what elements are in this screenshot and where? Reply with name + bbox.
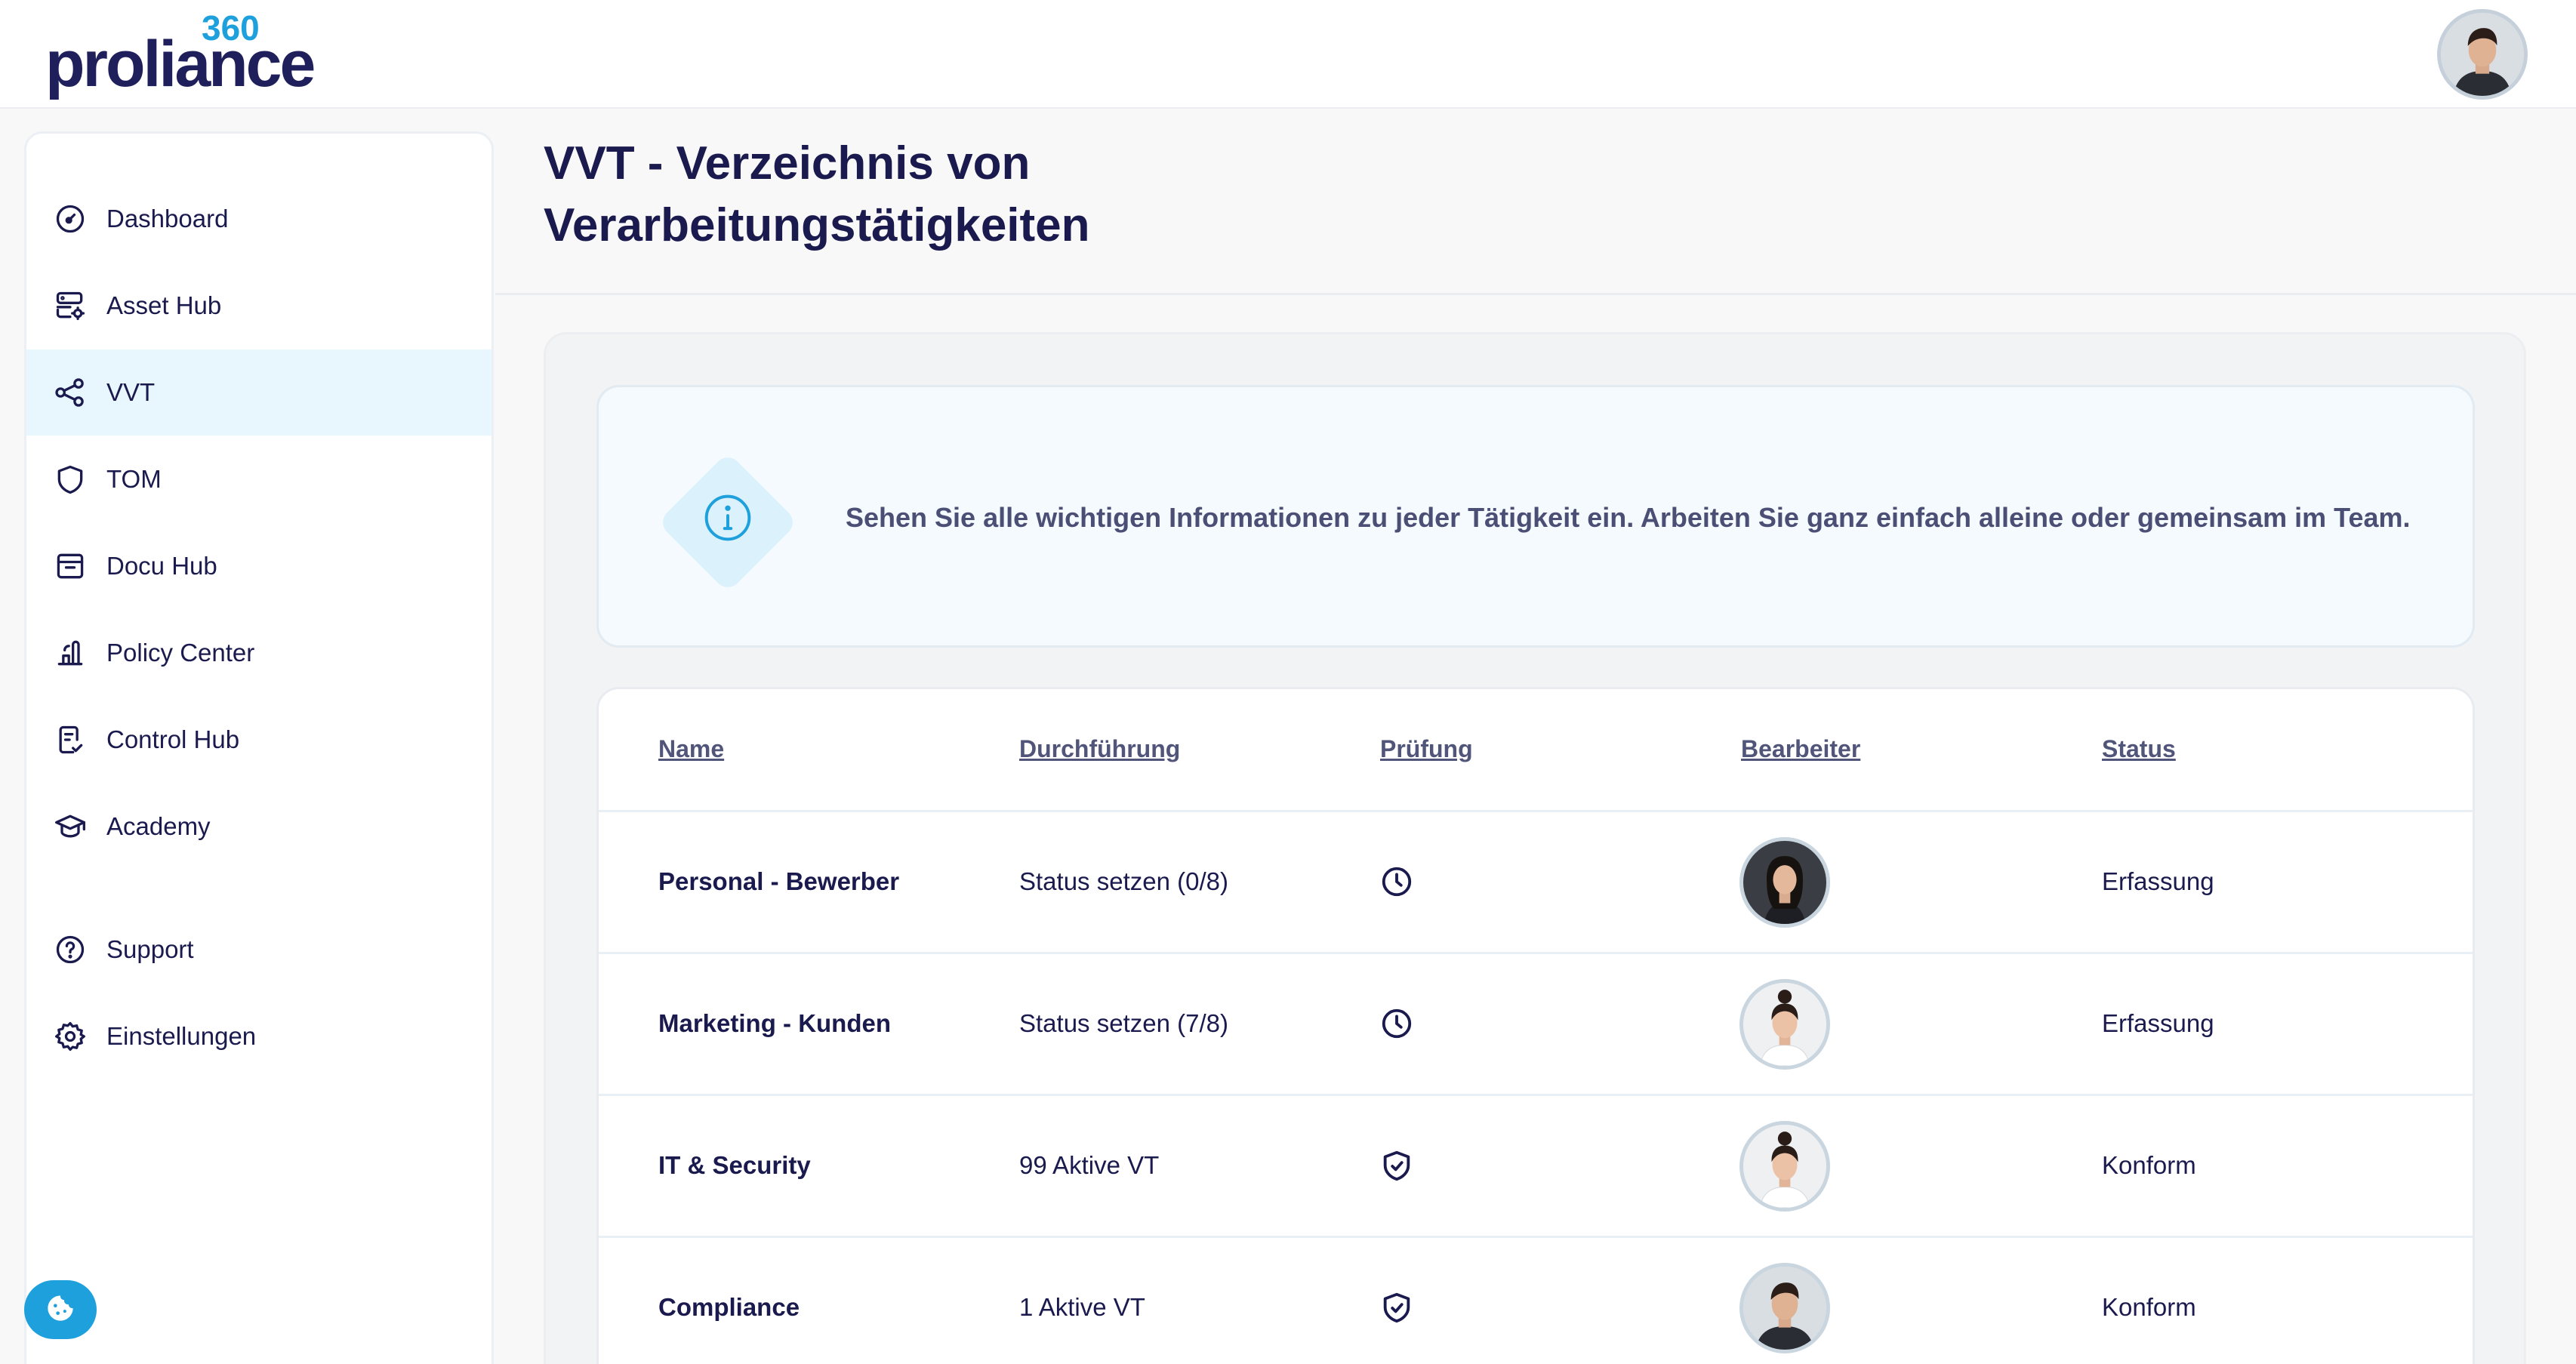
shield-check-icon: [1379, 1290, 1414, 1325]
logo-superscript: 360: [202, 8, 260, 48]
row-execution: 1 Aktive VT: [1019, 1293, 1145, 1321]
sidebar-item-einstellungen[interactable]: Einstellungen: [26, 993, 491, 1079]
question-circle-icon: [54, 933, 87, 966]
shield-icon: [54, 463, 87, 496]
sidebar-item-asset-hub[interactable]: Asset Hub: [26, 263, 491, 349]
man-avatar[interactable]: [1739, 1263, 1830, 1353]
info-text: Sehen Sie alle wichtigen Informationen z…: [846, 502, 2411, 533]
share-nodes-icon: [54, 376, 87, 409]
checklist-icon: [54, 723, 87, 756]
row-execution: 99 Aktive VT: [1019, 1151, 1160, 1179]
row-status: Konform: [2102, 1151, 2196, 1179]
title-divider: [495, 293, 2576, 295]
row-status: Konform: [2102, 1293, 2196, 1321]
graduation-cap-icon: [54, 810, 87, 843]
info-icon: [702, 492, 753, 543]
sidebar-item-label: Control Hub: [106, 725, 240, 753]
cookie-icon: [45, 1293, 75, 1327]
column-header-name[interactable]: Name: [658, 734, 724, 764]
row-status: Erfassung: [2102, 867, 2214, 895]
sidebar-item-label: Einstellungen: [106, 1022, 257, 1050]
server-gear-icon: [54, 289, 87, 322]
cookie-settings-button[interactable]: [24, 1280, 97, 1339]
column-header-pruefung[interactable]: Prüfung: [1380, 734, 1473, 764]
woman-bun-avatar[interactable]: [1739, 1121, 1830, 1212]
column-header-bearbeiter[interactable]: Bearbeiter: [1741, 734, 1860, 764]
clock-icon: [1379, 864, 1414, 899]
page-title-line-2: Verarbeitungstätigkeiten: [544, 199, 1090, 251]
sidebar-item-docu-hub[interactable]: Docu Hub: [26, 523, 491, 609]
row-divider: [599, 952, 2473, 954]
sidebar-item-support[interactable]: Support: [26, 907, 491, 993]
sidebar-item-academy[interactable]: Academy: [26, 784, 491, 870]
page-title: VVT - Verzeichnis von Verarbeitungstätig…: [544, 133, 1752, 257]
row-name[interactable]: Personal - Bewerber: [658, 867, 899, 897]
sidebar-item-label: TOM: [106, 465, 162, 493]
sidebar-item-label: Support: [106, 935, 194, 963]
column-header-status[interactable]: Status: [2102, 734, 2176, 764]
sidebar-item-label: VVT: [106, 378, 156, 406]
shield-check-icon: [1379, 1148, 1414, 1183]
top-bar: proliance 360: [0, 0, 2576, 109]
proliance-logo[interactable]: proliance 360: [45, 8, 316, 101]
sidebar-item-dashboard[interactable]: Dashboard: [26, 176, 491, 262]
policy-icon: [54, 636, 87, 670]
row-execution: Status setzen (7/8): [1019, 1009, 1228, 1037]
row-execution: Status setzen (0/8): [1019, 867, 1228, 895]
column-header-durchfuehrung[interactable]: Durchführung: [1019, 734, 1180, 764]
woman-dark-hair-avatar[interactable]: [1739, 837, 1830, 928]
sidebar: Dashboard Asset Hub VVT TOM Docu Hub Pol…: [24, 131, 494, 1364]
gear-icon: [54, 1020, 87, 1053]
clock-icon: [1379, 1006, 1414, 1041]
sidebar-item-label: Policy Center: [106, 639, 255, 667]
sidebar-item-label: Docu Hub: [106, 552, 217, 580]
row-divider: [599, 1094, 2473, 1096]
row-name[interactable]: IT & Security: [658, 1150, 811, 1181]
sidebar-item-control-hub[interactable]: Control Hub: [26, 697, 491, 783]
archive-box-icon: [54, 550, 87, 583]
sidebar-item-label: Asset Hub: [106, 291, 222, 319]
woman-bun-avatar[interactable]: [1739, 979, 1830, 1070]
row-name[interactable]: Marketing - Kunden: [658, 1008, 891, 1039]
sidebar-item-vvt[interactable]: VVT: [26, 349, 491, 436]
row-divider: [599, 810, 2473, 812]
row-divider: [599, 1236, 2473, 1238]
page-title-line-1: VVT - Verzeichnis von: [544, 137, 1031, 189]
user-avatar[interactable]: [2437, 9, 2528, 100]
row-status: Erfassung: [2102, 1009, 2214, 1037]
sidebar-item-label: Academy: [106, 812, 211, 840]
logo-wordmark: proliance: [45, 28, 316, 100]
sidebar-item-tom[interactable]: TOM: [26, 436, 491, 522]
sidebar-item-label: Dashboard: [106, 205, 229, 232]
sidebar-item-policy-center[interactable]: Policy Center: [26, 610, 491, 696]
dashboard-gauge-icon: [54, 202, 87, 236]
row-name[interactable]: Compliance: [658, 1292, 800, 1322]
